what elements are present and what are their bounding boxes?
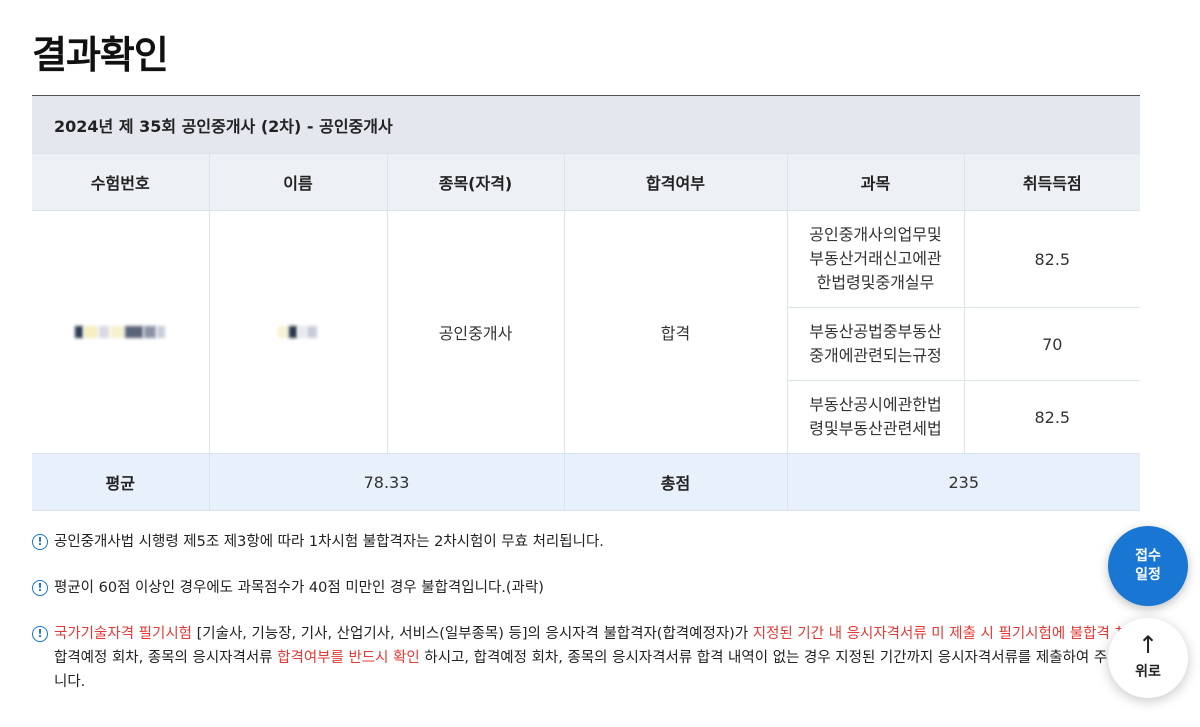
header-score: 취득득점	[964, 153, 1141, 211]
header-exam-number: 수험번호	[32, 153, 210, 211]
subject-line: 공인중개사의업무및	[809, 225, 942, 244]
total-label: 총점	[564, 453, 788, 511]
schedule-button[interactable]: 접수 일정	[1108, 526, 1188, 606]
subject-cell: 부동산공법중부동산 중개에관련되는규정	[787, 307, 965, 381]
scroll-top-button[interactable]: ↑ 위로	[1108, 618, 1188, 698]
notice-text: [기술사, 기능장, 기사, 산업기사, 서비스(일부종목) 등]의 응시자격 …	[192, 626, 753, 642]
page-title: 결과확인	[32, 33, 169, 77]
redacted-name	[278, 323, 318, 338]
notice-highlight: 합격여부를 반드시 확인	[277, 650, 420, 666]
name-cell	[209, 210, 388, 454]
redacted-exam-number	[74, 323, 166, 338]
arrow-up-icon: ↑	[1137, 631, 1159, 659]
header-subject: 과목	[787, 153, 965, 211]
score-cell: 70	[964, 307, 1141, 381]
notice-text: 합격예정 회차, 종목의 응시자격서류	[54, 650, 278, 666]
notice-highlight: 지정된 기간 내 응시자격서류 미 제출 시 필기시험에 불합격 처리됨.	[752, 626, 1160, 642]
subject-line: 령및부동산관련세법	[809, 419, 942, 438]
header-license: 종목(자격)	[387, 153, 565, 211]
table-row: 공인중개사 합격 공인중개사의업무및 부동산거래신고에관 한법령및중개실무 82…	[32, 210, 1141, 454]
subject-cell: 공인중개사의업무및 부동산거래신고에관 한법령및중개실무	[787, 210, 965, 308]
notice-text: 공인중개사법 시행령 제5조 제3항에 따라 1차시험 불합격자는 2차시험이 …	[54, 534, 604, 550]
header-pass-status: 합격여부	[564, 153, 788, 211]
total-value: 235	[787, 453, 1141, 511]
schedule-label-line1: 접수	[1135, 548, 1161, 564]
notice-item: ! 평균이 60점 이상인 경우에도 과목점수가 40점 미만인 경우 불합격입…	[32, 576, 544, 600]
subject-line: 부동산공법중부동산	[809, 322, 942, 341]
notice-highlight: 국가기술자격 필기시험	[54, 626, 193, 642]
notice-item: ! 국가기술자격 필기시험 [기술사, 기능장, 기사, 산업기사, 서비스(일…	[32, 622, 1172, 694]
subject-line: 부동산공시에관한법	[809, 395, 942, 414]
exam-number-cell	[32, 210, 210, 454]
exclamation-circle-icon: !	[32, 580, 48, 596]
average-value: 78.33	[209, 453, 565, 511]
subject-line: 한법령및중개실무	[816, 273, 935, 292]
notice-text: 평균이 60점 이상인 경우에도 과목점수가 40점 미만인 경우 불합격입니다…	[54, 580, 544, 596]
pass-status-cell: 합격	[564, 210, 788, 454]
score-cell: 82.5	[964, 210, 1141, 308]
schedule-label-line2: 일정	[1135, 567, 1161, 583]
exclamation-circle-icon: !	[32, 534, 48, 550]
subject-line: 부동산거래신고에관	[809, 249, 942, 268]
table-header: 수험번호 이름 종목(자격) 합격여부 과목 취득득점	[32, 153, 1141, 211]
license-cell: 공인중개사	[387, 210, 565, 454]
average-label: 평균	[32, 453, 210, 511]
exam-caption: 2024년 제 35회 공인중개사 (2차) - 공인중개사	[32, 95, 1141, 154]
scroll-top-label: 위로	[1135, 664, 1161, 680]
score-cell: 82.5	[964, 380, 1141, 454]
header-name: 이름	[209, 153, 388, 211]
subject-cell: 부동산공시에관한법 령및부동산관련세법	[787, 380, 965, 454]
subject-line: 중개에관련되는규정	[809, 346, 942, 365]
exclamation-circle-icon: !	[32, 626, 48, 642]
result-table: 2024년 제 35회 공인중개사 (2차) - 공인중개사 수험번호 이름 종…	[32, 95, 1141, 511]
notice-item: ! 공인중개사법 시행령 제5조 제3항에 따라 1차시험 불합격자는 2차시험…	[32, 530, 604, 554]
summary-row: 평균 78.33 총점 235	[32, 453, 1141, 511]
